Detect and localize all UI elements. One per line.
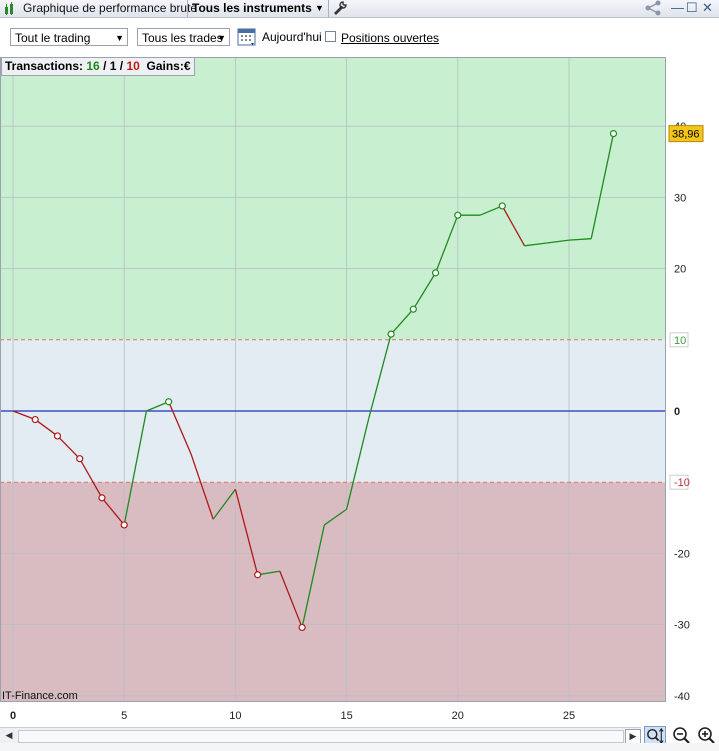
x-tick-label: 0: [10, 710, 16, 722]
toolbar: Tout le trading ▼ Tous les trades ▼ Aujo…: [0, 18, 719, 56]
x-tick-label: 10: [229, 710, 241, 722]
data-point: [454, 211, 462, 219]
currency-label: €: [183, 59, 191, 73]
scroll-left-icon[interactable]: ◀: [2, 729, 16, 742]
status-strip: [0, 743, 719, 751]
close-icon[interactable]: ✕: [702, 0, 713, 16]
open-positions-label[interactable]: Positions ouvertes: [341, 31, 439, 45]
data-point: [165, 398, 173, 406]
losing-count: 10: [126, 59, 140, 73]
trades-filter-select[interactable]: Tous les trades ▼: [137, 28, 230, 46]
performance-chart[interactable]: -40-30-20-1001020304038,960510152025: [0, 56, 719, 726]
data-point: [609, 130, 618, 138]
minimize-icon[interactable]: —: [671, 0, 684, 15]
x-tick-label: 5: [121, 710, 127, 722]
watermark: IT-Finance.com: [2, 690, 78, 702]
chevron-down-icon[interactable]: ▼: [315, 3, 324, 13]
loss-zone: [0, 482, 666, 702]
y-tick-label: -20: [674, 548, 690, 560]
data-point: [76, 455, 84, 463]
last-value-label: 38,96: [672, 129, 700, 141]
data-point: [431, 269, 440, 277]
winning-count: 16: [86, 59, 100, 73]
transactions-summary: Transactions: 16 / 1 / 10 Gains:€: [1, 57, 195, 76]
trades-filter-value: Tous les trades: [142, 31, 223, 45]
trading-scope-select[interactable]: Tout le trading ▼: [10, 28, 128, 46]
chart-app-icon: [5, 2, 13, 15]
data-point: [31, 415, 39, 424]
horizontal-scrollbar[interactable]: ◀ ▶: [0, 727, 641, 744]
y-tick-label: 20: [674, 264, 686, 276]
y-tick-label: -30: [674, 620, 690, 632]
y-tick-label: -10: [674, 477, 690, 489]
scrollbar-track[interactable]: [18, 730, 624, 743]
open-positions-checkbox[interactable]: [325, 31, 336, 42]
data-point: [254, 571, 262, 579]
title-separator: [187, 0, 188, 17]
scroll-right-icon[interactable]: ▶: [625, 729, 641, 744]
chevron-down-icon: ▼: [217, 33, 226, 43]
trading-scope-value: Tout le trading: [15, 31, 91, 45]
instrument-dropdown[interactable]: Tous les instruments: [192, 1, 312, 15]
y-tick-label: 0: [674, 406, 680, 418]
count-separator: /: [99, 59, 110, 73]
data-point: [53, 432, 62, 440]
share-icon[interactable]: [643, 0, 663, 16]
y-tick-label: 10: [674, 335, 686, 347]
gain-zone: [0, 57, 666, 340]
title-bar: Graphique de performance brute Tous les …: [0, 0, 719, 18]
gains-label: Gains:: [146, 59, 184, 73]
calendar-icon[interactable]: [237, 27, 257, 47]
x-tick-label: 25: [563, 710, 575, 722]
today-label[interactable]: Aujourd'hui: [262, 30, 322, 44]
title-separator: [328, 0, 329, 17]
x-tick-label: 15: [340, 710, 352, 722]
maximize-icon[interactable]: ☐: [686, 0, 698, 16]
window-title: Graphique de performance brute: [23, 1, 198, 15]
data-point: [387, 330, 395, 338]
data-point: [409, 305, 417, 313]
data-point: [98, 494, 106, 502]
count-separator: /: [116, 59, 127, 73]
y-tick-label: 30: [674, 192, 686, 204]
data-point: [298, 623, 306, 632]
data-point: [498, 202, 506, 210]
y-tick-label: -40: [674, 691, 690, 703]
data-point: [120, 521, 128, 529]
transactions-label: Transactions:: [5, 59, 84, 73]
x-tick-label: 20: [452, 710, 464, 722]
wrench-icon[interactable]: [333, 1, 347, 15]
chevron-down-icon: ▼: [115, 33, 124, 43]
